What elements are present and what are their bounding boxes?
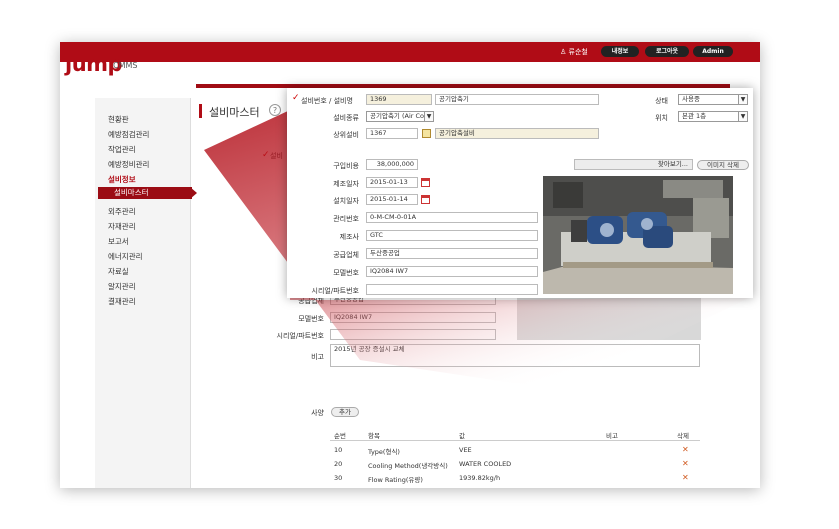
sidebar-item-alerts[interactable]: 알지관리 bbox=[108, 281, 136, 292]
sidebar-item-equipment-info[interactable]: 설비정보 bbox=[108, 174, 136, 185]
model-field[interactable]: IQ2084 IW7 bbox=[366, 266, 538, 277]
equip-type-select-value: 공기압축기 (Air Co bbox=[370, 112, 425, 120]
supplier-field[interactable]: 두산중공업 bbox=[366, 248, 538, 259]
calendar-icon[interactable] bbox=[421, 178, 430, 187]
bg-serial-field[interactable] bbox=[330, 329, 496, 340]
user-name[interactable]: ♙ 류순철 bbox=[560, 47, 588, 57]
admin-button[interactable]: Admin bbox=[693, 46, 733, 57]
chevron-down-icon: ▼ bbox=[424, 112, 433, 121]
spec-col-no: 순번 bbox=[334, 432, 346, 440]
delete-icon[interactable]: ✕ bbox=[682, 445, 689, 454]
mgmt-no-field[interactable]: 0-M-CM-0-01A bbox=[366, 212, 538, 223]
bg-note-field[interactable]: 2015년 공장 증설시 교체 bbox=[330, 344, 700, 367]
bg-equipment-photo bbox=[517, 296, 701, 340]
sidebar: 현황판 예방점검관리 작업관리 예방정비관리 설비정보 외주관리 자재관리 보고… bbox=[95, 98, 191, 488]
spec-row-value: 1939.82kg/h bbox=[459, 474, 501, 482]
equipment-photo bbox=[543, 176, 733, 294]
location-select[interactable]: 본관 1층 ▼ bbox=[678, 111, 748, 122]
equip-no-name-label: 설비번호 / 설비명 bbox=[301, 97, 353, 105]
chevron-down-icon: ▼ bbox=[738, 112, 747, 121]
page-title-marker bbox=[199, 104, 202, 118]
model-label: 모델번호 bbox=[333, 269, 359, 277]
parent-equip-no-field[interactable]: 1367 bbox=[366, 128, 418, 139]
equipment-photo-illustration bbox=[543, 176, 733, 294]
bg-serial-label: 시리얼/파트번호 bbox=[276, 332, 324, 340]
mgmt-no-label: 관리번호 bbox=[333, 215, 359, 223]
spec-row-item: Type(형식) bbox=[368, 448, 400, 456]
price-field[interactable]: 38,000,000 bbox=[366, 159, 418, 170]
required-check-icon: ✓ bbox=[292, 93, 300, 103]
bg-model-label: 모델번호 bbox=[298, 315, 324, 323]
serial-label: 시리얼/파트번호 bbox=[311, 287, 359, 295]
equip-name-field[interactable]: 공기압축기 bbox=[435, 94, 599, 105]
equip-type-label: 설비종류 bbox=[333, 114, 359, 122]
mfg-date-label: 제조일자 bbox=[333, 180, 359, 188]
spec-col-item: 항목 bbox=[368, 432, 380, 440]
app-logo-subtitle: CMMS bbox=[113, 61, 138, 70]
sidebar-item-work[interactable]: 작업관리 bbox=[108, 144, 136, 155]
parent-equip-name-field[interactable]: 공기압축설비 bbox=[435, 128, 599, 139]
spec-row-value: VEE bbox=[459, 446, 472, 454]
equip-type-select[interactable]: 공기압축기 (Air Co ▼ bbox=[366, 111, 434, 122]
sidebar-item-reports[interactable]: 보고서 bbox=[108, 236, 129, 247]
supplier-label: 공급업체 bbox=[333, 251, 359, 259]
logout-button[interactable]: 로그아웃 bbox=[645, 46, 689, 57]
price-label: 구입비용 bbox=[333, 162, 359, 170]
sidebar-item-library[interactable]: 자료실 bbox=[108, 266, 129, 277]
delete-icon[interactable]: ✕ bbox=[682, 459, 689, 468]
required-check-icon: ✓ bbox=[262, 150, 270, 160]
status-label: 상태 bbox=[655, 97, 668, 105]
calendar-icon[interactable] bbox=[421, 195, 430, 204]
sidebar-item-preventive-maintenance[interactable]: 예방정비관리 bbox=[108, 159, 149, 170]
spec-col-note: 비고 bbox=[606, 432, 618, 440]
screenshot-stage: jump CMMS ♙ 류순철 내정보 로그아웃 Admin 현황판 예방점검관… bbox=[0, 0, 839, 529]
spec-row-value: WATER COOLED bbox=[459, 460, 512, 468]
search-icon[interactable] bbox=[422, 129, 431, 138]
delete-image-button[interactable]: 이미지 삭제 bbox=[697, 160, 749, 170]
spec-col-value: 값 bbox=[459, 432, 465, 440]
user-icon: ♙ bbox=[560, 48, 569, 56]
mfg-date-field[interactable]: 2015-01-13 bbox=[366, 177, 418, 188]
spec-row-item: Flow Rating(유량) bbox=[368, 476, 423, 484]
my-info-button[interactable]: 내정보 bbox=[601, 46, 639, 57]
install-date-field[interactable]: 2015-01-14 bbox=[366, 194, 418, 205]
spec-row-item: Cooling Method(냉각방식) bbox=[368, 462, 448, 470]
location-select-value: 본관 1층 bbox=[682, 112, 707, 120]
bg-model-field[interactable]: IQ2084 IW7 bbox=[330, 312, 496, 323]
spec-add-button[interactable]: 추가 bbox=[331, 407, 359, 417]
zoom-popup-panel: ✓ 설비번호 / 설비명 1369 공기압축기 상태 사용중 ▼ 설비종류 공기… bbox=[287, 88, 753, 298]
help-icon[interactable]: ? bbox=[269, 104, 281, 116]
spec-header-rule bbox=[330, 440, 700, 441]
serial-field[interactable] bbox=[366, 284, 538, 295]
spec-row-no: 20 bbox=[334, 460, 343, 468]
sidebar-item-dashboard[interactable]: 현황판 bbox=[108, 114, 129, 125]
file-path-field[interactable]: 찾아보기... bbox=[574, 159, 693, 170]
sidebar-item-outsourcing[interactable]: 외주관리 bbox=[108, 206, 136, 217]
spec-row-no: 10 bbox=[334, 446, 343, 454]
spec-row-no: 30 bbox=[334, 474, 343, 482]
chevron-down-icon: ▼ bbox=[738, 95, 747, 104]
install-date-label: 설치일자 bbox=[333, 197, 359, 205]
page-title: 설비마스터 bbox=[209, 106, 260, 119]
sidebar-item-materials[interactable]: 자재관리 bbox=[108, 221, 136, 232]
parent-equip-label: 상위설비 bbox=[333, 131, 359, 139]
status-select[interactable]: 사용중 ▼ bbox=[678, 94, 748, 105]
status-select-value: 사용중 bbox=[682, 95, 700, 103]
active-item-arrow bbox=[190, 187, 197, 199]
sidebar-item-preventive-inspection[interactable]: 예방점검관리 bbox=[108, 129, 149, 140]
delete-icon[interactable]: ✕ bbox=[682, 473, 689, 482]
sidebar-subitem-equipment-master[interactable]: 설비마스터 bbox=[98, 187, 192, 199]
sidebar-item-energy[interactable]: 에너지관리 bbox=[108, 251, 143, 262]
sidebar-item-approval[interactable]: 결재관리 bbox=[108, 296, 136, 307]
spec-col-delete: 삭제 bbox=[677, 432, 689, 440]
maker-label: 제조사 bbox=[339, 233, 359, 241]
bg-note-label: 비고 bbox=[311, 353, 324, 361]
location-label: 위치 bbox=[655, 114, 668, 122]
maker-field[interactable]: GTC bbox=[366, 230, 538, 241]
spec-label: 사양 bbox=[311, 409, 324, 417]
equip-no-field[interactable]: 1369 bbox=[366, 94, 432, 105]
